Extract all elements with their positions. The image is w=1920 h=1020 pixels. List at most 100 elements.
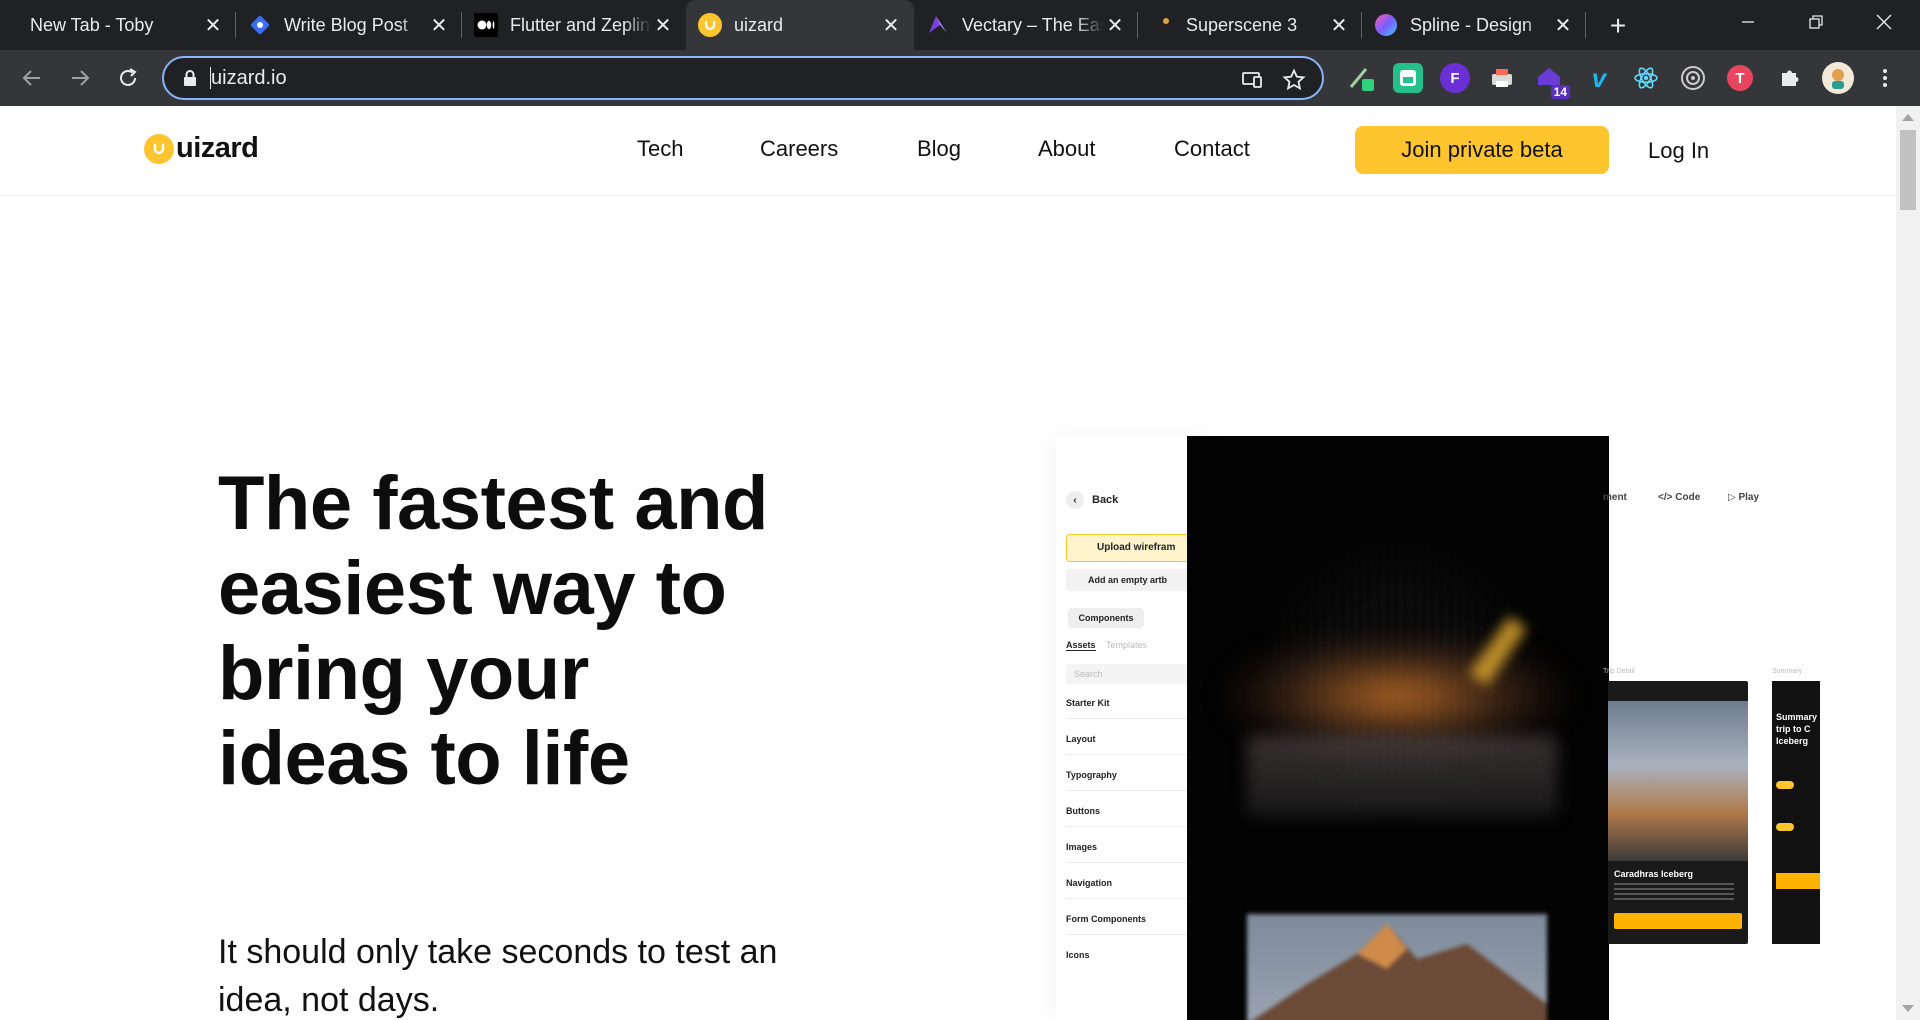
preview-screen-trip: Caradhras Iceberg — [1608, 681, 1748, 944]
preview-list-item: Navigation — [1066, 878, 1113, 888]
tab[interactable]: New Tab - Toby ✕ — [0, 0, 236, 50]
preview-list-item: Typography — [1066, 770, 1117, 780]
close-tab-icon[interactable]: ✕ — [880, 14, 902, 37]
nav-careers[interactable]: Careers — [760, 136, 838, 162]
pen-extension-icon[interactable] — [1346, 63, 1376, 93]
t-extension-icon[interactable]: T — [1727, 65, 1753, 91]
close-window-icon[interactable] — [1856, 0, 1912, 44]
preview-screen-label: Trip Detail — [1603, 668, 1635, 675]
vimeo-extension-icon[interactable]: v — [1584, 63, 1614, 93]
back-arrow-icon[interactable] — [16, 62, 48, 94]
cast-install-icon[interactable] — [1240, 68, 1264, 92]
nav-about[interactable]: About — [1038, 136, 1096, 162]
avatar[interactable] — [1822, 62, 1854, 94]
video-mountain-image — [1247, 914, 1547, 1020]
close-tab-icon[interactable]: ✕ — [428, 14, 450, 37]
target-extension-icon[interactable] — [1678, 63, 1708, 93]
close-tab-icon[interactable]: ✕ — [1104, 14, 1126, 37]
preview-add-label: Add an empty artb — [1088, 575, 1168, 585]
login-link[interactable]: Log In — [1648, 138, 1709, 164]
printer-extension-icon[interactable] — [1487, 63, 1517, 93]
scroll-up-icon[interactable] — [1902, 114, 1914, 121]
menu-kebab-icon[interactable] — [1870, 63, 1900, 93]
scroll-down-icon[interactable] — [1902, 1005, 1914, 1012]
toggle-icon — [1776, 781, 1794, 789]
minimize-icon[interactable] — [1720, 0, 1776, 44]
preview-upload-label: Upload wirefram — [1097, 542, 1176, 553]
react-extension-icon[interactable] — [1631, 63, 1661, 93]
tab-title: Spline - Design — [1410, 14, 1533, 35]
preview-code: </> Code — [1658, 492, 1700, 503]
forward-arrow-icon[interactable] — [64, 62, 96, 94]
scrollbar-thumb[interactable] — [1900, 130, 1916, 210]
preview-tab-assets: Assets — [1066, 640, 1096, 651]
tab-active[interactable]: uizard ✕ — [686, 0, 914, 50]
tab[interactable]: Spline - Design ✕ — [1362, 0, 1586, 50]
uizard-logo[interactable]: uizard — [144, 132, 259, 165]
join-beta-button[interactable]: Join private beta — [1355, 126, 1609, 174]
divider — [1066, 934, 1200, 935]
product-preview: ‹ Back Upload wirefram Add an empty artb… — [1036, 436, 1820, 1020]
mountain-image — [1608, 701, 1748, 861]
site-header: uizard Tech Careers Blog About Contact J… — [0, 106, 1896, 196]
blank-favicon-icon — [12, 13, 18, 37]
preview-list-item: Buttons — [1066, 806, 1100, 816]
tab-title: Vectary – The Easiest — [962, 14, 1104, 35]
preview-list-item: Layout — [1066, 734, 1096, 744]
logo-text: uizard — [176, 132, 259, 164]
reload-icon[interactable] — [112, 62, 144, 94]
preview-list-item: Form Components — [1066, 914, 1146, 924]
tab[interactable]: Superscene 3 ✕ — [1138, 0, 1362, 50]
tab-title: Write Blog Post — [284, 14, 408, 35]
tab-title: Superscene 3 — [1186, 14, 1298, 35]
restore-icon[interactable] — [1788, 0, 1844, 44]
bookmark-star-icon[interactable] — [1282, 68, 1306, 92]
web-page: uizard Tech Careers Blog About Contact J… — [0, 106, 1896, 1020]
nav-blog[interactable]: Blog — [917, 136, 961, 162]
close-tab-icon[interactable]: ✕ — [202, 14, 224, 37]
tab[interactable]: Write Blog Post ✕ — [236, 0, 462, 50]
divider — [1066, 898, 1200, 899]
tab[interactable]: Flutter and Zeplin ✕ — [462, 0, 686, 50]
close-tab-icon[interactable]: ✕ — [652, 14, 674, 37]
preview-screen-summary: Summary trip to C Iceberg — [1772, 681, 1820, 944]
tab[interactable]: Vectary – The Easiest ✕ — [914, 0, 1138, 50]
preview-play-label: Play — [1738, 492, 1760, 503]
preview-video-overlay — [1187, 436, 1609, 1020]
uizard-icon — [698, 13, 722, 37]
tab-title: Flutter and Zeplin — [510, 14, 651, 35]
url-text[interactable]: uizard.io — [211, 67, 287, 90]
house-extension-icon[interactable]: 14 — [1534, 63, 1570, 99]
puzzle-extensions-icon[interactable] — [1775, 63, 1805, 93]
extension-badge: 14 — [1550, 85, 1570, 99]
toby-extension-icon[interactable] — [1393, 63, 1423, 93]
preview-card-title: Caradhras Iceberg — [1614, 869, 1694, 879]
preview-card-desc — [1614, 883, 1734, 903]
preview-tab-templates: Templates — [1106, 640, 1148, 650]
preview-summary-button — [1776, 873, 1820, 889]
nav-contact[interactable]: Contact — [1174, 136, 1250, 162]
preview-card-button — [1614, 913, 1742, 929]
preview-list-item: Icons — [1066, 950, 1090, 960]
tab-title: uizard — [734, 14, 784, 35]
play-icon: ▷ — [1728, 492, 1739, 503]
divider — [1066, 826, 1200, 827]
preview-comment: ment — [1603, 492, 1627, 503]
preview-tab-components: Components — [1068, 608, 1144, 628]
preview-back-label: Back — [1092, 494, 1119, 506]
page-scrollbar[interactable] — [1896, 106, 1920, 1020]
f-extension-icon[interactable]: F — [1440, 63, 1470, 93]
toggle-icon — [1776, 823, 1794, 831]
preview-list-item: Images — [1066, 842, 1098, 852]
medium-icon — [474, 13, 498, 37]
close-tab-icon[interactable]: ✕ — [1552, 14, 1574, 37]
close-tab-icon[interactable]: ✕ — [1328, 14, 1350, 37]
divider — [1066, 754, 1200, 755]
chevron-left-icon: ‹ — [1066, 491, 1084, 509]
address-bar[interactable]: uizard.io — [162, 56, 1324, 100]
new-tab-plus-icon[interactable]: + — [1602, 10, 1634, 42]
preview-summary-title: Summary trip to C Iceberg — [1776, 712, 1818, 746]
browser-toolbar: uizard.io F 14 v T — [0, 50, 1920, 106]
nav-tech[interactable]: Tech — [637, 136, 683, 162]
spline-icon — [1374, 13, 1398, 37]
